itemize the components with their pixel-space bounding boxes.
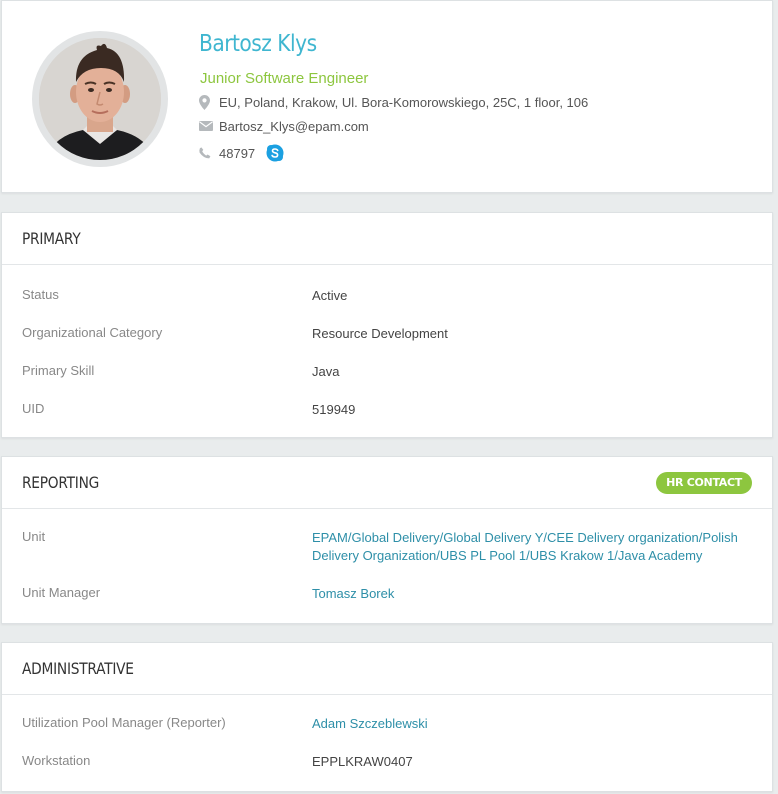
unit-manager-link[interactable]: Tomasz Borek (312, 585, 752, 603)
row-label: Workstation (22, 753, 91, 768)
administrative-title: ADMINISTRATIVE (22, 659, 134, 678)
row-label: Primary Skill (22, 363, 95, 378)
profile-email: Bartosz_Klys@epam.com (199, 117, 369, 135)
reporting-section: REPORTING HR CONTACT Unit EPAM/Global De… (1, 456, 773, 624)
row-value: Resource Development (312, 326, 448, 341)
avatar-frame (32, 31, 168, 167)
unit-link[interactable]: EPAM/Global Delivery/Global Delivery Y/C… (312, 529, 752, 565)
skype-icon[interactable] (266, 144, 284, 162)
administrative-section: ADMINISTRATIVE Utilization Pool Manager … (1, 642, 773, 792)
profile-job-title: Junior Software Engineer (200, 70, 369, 87)
avatar[interactable] (39, 38, 161, 160)
profile-phone: 48797 (199, 144, 284, 162)
row-label: Unit Manager (22, 585, 101, 600)
utilization-manager-link[interactable]: Adam Szczeblewski (312, 715, 752, 733)
row-value: 519949 (312, 402, 356, 417)
phone-text: 48797 (219, 145, 256, 161)
row-label: Status (22, 287, 59, 302)
row-value: Java (312, 364, 340, 379)
location-text: EU, Poland, Krakow, Ul. Bora-Komorowskie… (219, 94, 589, 110)
phone-icon (199, 147, 219, 159)
row-label: Utilization Pool Manager (Reporter) (22, 715, 226, 730)
primary-header: PRIMARY (2, 213, 772, 265)
primary-section: PRIMARY Status Active Organizational Cat… (1, 212, 773, 438)
profile-name: Bartosz Klys (199, 31, 317, 57)
email-text[interactable]: Bartosz_Klys@epam.com (219, 119, 369, 134)
profile-card: Bartosz Klys Junior Software Engineer EU… (1, 0, 773, 193)
row-label: Unit (22, 529, 46, 544)
administrative-header: ADMINISTRATIVE (2, 643, 772, 695)
row-value: Active (312, 288, 348, 303)
row-value: EPPLKRAW0407 (312, 754, 413, 769)
row-label: Organizational Category (22, 325, 163, 340)
hr-contact-button[interactable]: HR CONTACT (656, 472, 752, 494)
reporting-header: REPORTING HR CONTACT (2, 457, 772, 509)
map-pin-icon (199, 94, 219, 110)
reporting-title: REPORTING (22, 473, 100, 492)
profile-location: EU, Poland, Krakow, Ul. Bora-Komorowskie… (199, 93, 588, 111)
row-label: UID (22, 401, 45, 416)
primary-title: PRIMARY (22, 229, 81, 248)
envelope-icon (199, 121, 219, 131)
